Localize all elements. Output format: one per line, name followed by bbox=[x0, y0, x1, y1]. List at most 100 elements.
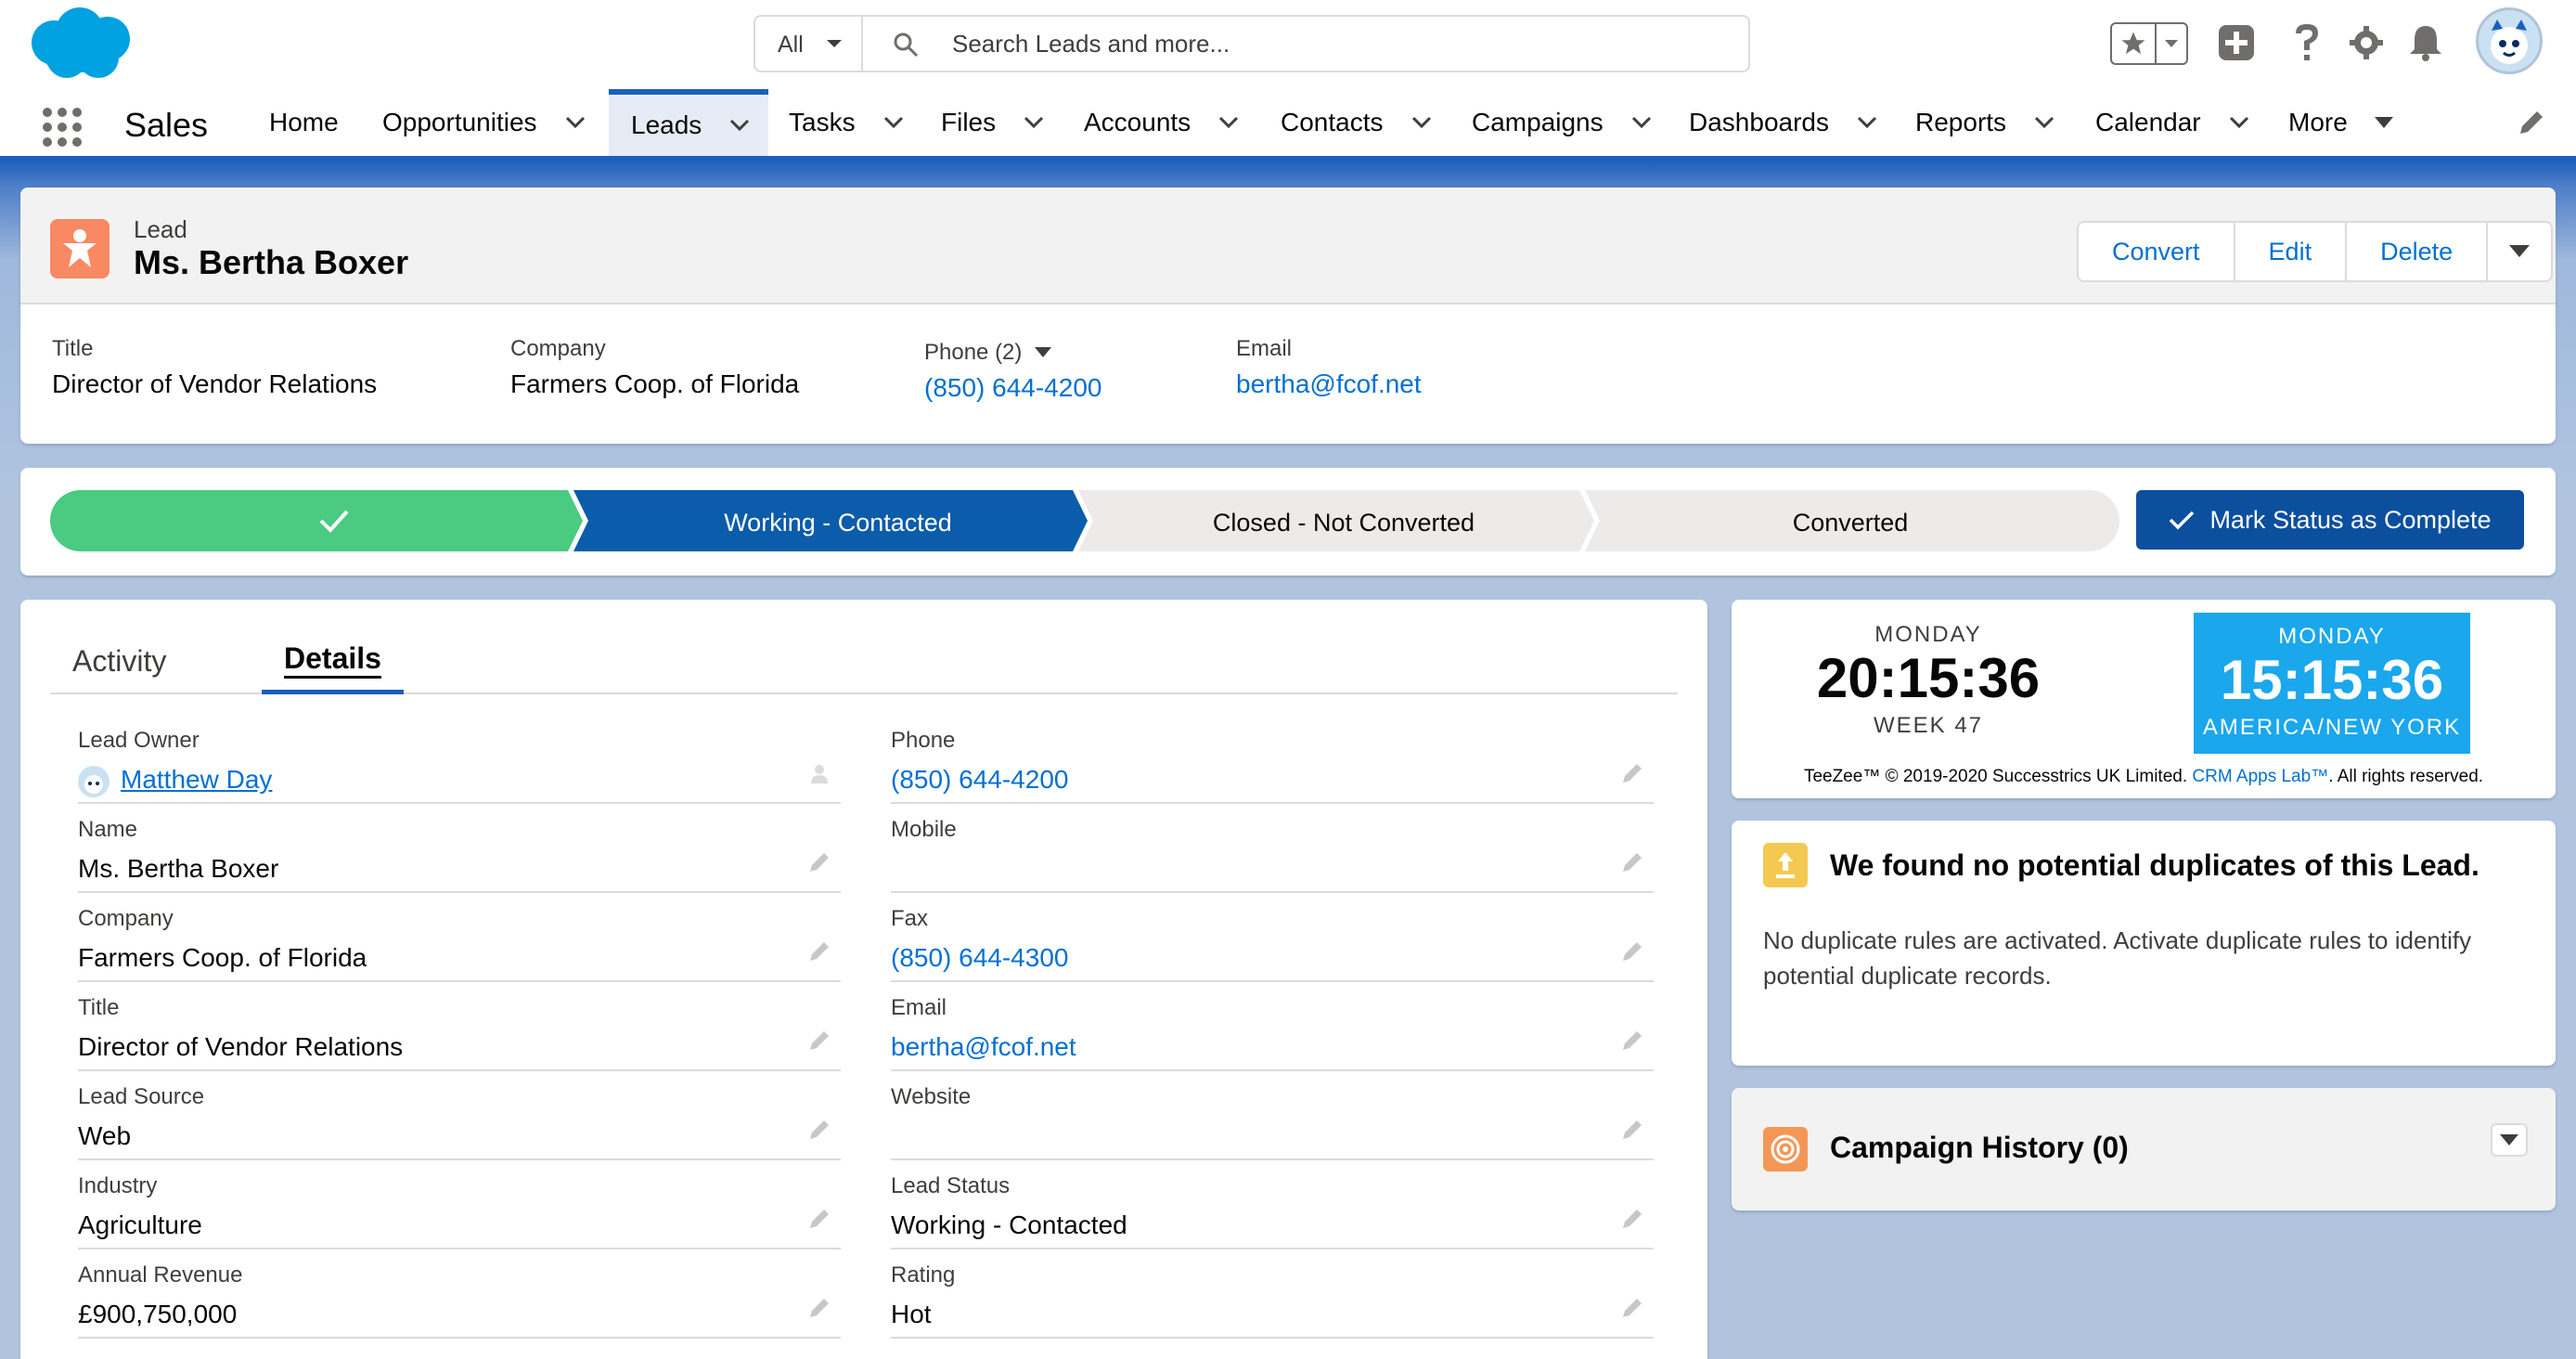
chevron-down-icon[interactable] bbox=[1218, 116, 1239, 129]
field-value: Hot bbox=[891, 1300, 932, 1328]
pencil-icon[interactable] bbox=[807, 1207, 831, 1231]
favorites-group bbox=[2110, 22, 2188, 65]
fax-link[interactable]: (850) 644-4300 bbox=[891, 943, 1068, 973]
field-industry: Industry Agriculture bbox=[78, 1160, 841, 1249]
highlight-phone: Phone (2) (850) 644-4200 bbox=[924, 340, 1101, 403]
chevron-down-icon[interactable] bbox=[2229, 116, 2249, 129]
pencil-icon[interactable] bbox=[1620, 1207, 1644, 1231]
phone-dropdown[interactable]: Phone (2) bbox=[924, 340, 1101, 366]
salesforce-cloud-logo[interactable] bbox=[26, 6, 135, 82]
field-label: Rating bbox=[891, 1262, 956, 1288]
nav-item-leads[interactable]: Leads bbox=[609, 89, 768, 156]
campaign-actions-button[interactable] bbox=[2491, 1123, 2528, 1157]
campaign-target-icon bbox=[1763, 1127, 1808, 1171]
nav-item-more[interactable]: More bbox=[2281, 89, 2402, 156]
field-label: Website bbox=[891, 1084, 972, 1109]
mark-status-label: Mark Status as Complete bbox=[2209, 505, 2492, 534]
app-launcher-icon[interactable] bbox=[41, 106, 84, 149]
tab-details[interactable]: Details bbox=[262, 628, 404, 694]
pencil-icon[interactable] bbox=[1620, 1296, 1644, 1320]
pencil-icon[interactable] bbox=[1620, 939, 1644, 964]
pencil-icon[interactable] bbox=[1620, 1118, 1644, 1142]
email-link[interactable]: bertha@fcof.net bbox=[1236, 369, 1422, 399]
field-label: Title bbox=[78, 995, 120, 1020]
nav-item-accounts[interactable]: Accounts bbox=[1076, 89, 1246, 156]
highlight-value: Director of Vendor Relations bbox=[52, 369, 378, 398]
field-label: Name bbox=[78, 817, 138, 842]
bell-icon bbox=[2410, 26, 2441, 61]
caret-down-icon bbox=[2500, 1134, 2518, 1145]
nav-item-dashboards[interactable]: Dashboards bbox=[1681, 89, 1885, 156]
search-input[interactable] bbox=[952, 24, 1694, 63]
nav-item-tasks[interactable]: Tasks bbox=[781, 89, 911, 156]
nav-item-files[interactable]: Files bbox=[934, 89, 1051, 156]
field-value: Working - Contacted bbox=[891, 1210, 1127, 1239]
pencil-icon[interactable] bbox=[807, 939, 831, 964]
convert-button[interactable]: Convert bbox=[2079, 223, 2235, 280]
pencil-icon[interactable] bbox=[1620, 1029, 1644, 1053]
global-search: All bbox=[753, 15, 1750, 72]
pencil-icon[interactable] bbox=[807, 1296, 831, 1320]
chevron-down-icon[interactable] bbox=[883, 116, 904, 129]
chevron-down-icon[interactable] bbox=[1024, 116, 1044, 129]
setup-button[interactable] bbox=[2344, 20, 2389, 65]
nav-item-campaigns[interactable]: Campaigns bbox=[1464, 89, 1659, 156]
path-stage-complete[interactable] bbox=[50, 490, 583, 551]
chevron-down-icon[interactable] bbox=[565, 116, 586, 129]
phone-link[interactable]: (850) 644-4200 bbox=[891, 765, 1068, 795]
nav-item-home[interactable]: Home bbox=[262, 89, 346, 156]
email-link[interactable]: bertha@fcof.net bbox=[891, 1032, 1076, 1062]
user-avatar[interactable] bbox=[2476, 7, 2543, 74]
edit-nav-icon[interactable] bbox=[2517, 108, 2546, 137]
field-name: Name Ms. Bertha Boxer bbox=[78, 804, 841, 893]
pencil-icon[interactable] bbox=[1620, 850, 1644, 874]
field-value: Farmers Coop. of Florida bbox=[78, 943, 367, 972]
crm-apps-lab-link[interactable]: CRM Apps Lab™ bbox=[2192, 767, 2328, 786]
search-scope-dropdown[interactable]: All bbox=[755, 17, 863, 71]
clock-footer: TeeZee™ © 2019-2020 Successtrics UK Limi… bbox=[1732, 767, 2556, 787]
gear-icon bbox=[2350, 26, 2383, 59]
favorites-star-button[interactable] bbox=[2112, 24, 2157, 63]
more-actions-button[interactable] bbox=[2488, 223, 2551, 280]
delete-button[interactable]: Delete bbox=[2347, 223, 2489, 280]
path-label-closed: Closed - Not Converted bbox=[1212, 509, 1475, 537]
remote-clock: MONDAY 15:15:36 AMERICA/NEW YORK bbox=[2194, 613, 2470, 754]
mark-status-complete-button[interactable]: Mark Status as Complete bbox=[2136, 490, 2524, 550]
lead-owner-link[interactable]: Matthew Day bbox=[78, 765, 272, 797]
favorites-list-button[interactable] bbox=[2157, 35, 2186, 52]
details-card: Activity Details Lead Owner Matthew Day … bbox=[20, 600, 1707, 1359]
change-owner-icon[interactable] bbox=[807, 761, 831, 785]
nav-item-contacts[interactable]: Contacts bbox=[1273, 89, 1439, 156]
phone-link[interactable]: (850) 644-4200 bbox=[924, 373, 1101, 403]
field-lead-source: Lead Source Web bbox=[78, 1071, 841, 1160]
local-time: 20:15:36 bbox=[1816, 647, 2041, 709]
field-value: Ms. Bertha Boxer bbox=[78, 854, 279, 883]
field-label: Industry bbox=[78, 1173, 158, 1198]
owner-avatar-icon bbox=[78, 765, 109, 797]
chevron-down-icon[interactable] bbox=[1631, 116, 1652, 129]
help-button[interactable] bbox=[2285, 20, 2329, 65]
edit-button[interactable]: Edit bbox=[2235, 223, 2348, 280]
field-website: Website bbox=[891, 1071, 1654, 1160]
global-create-button[interactable] bbox=[2214, 20, 2259, 65]
pencil-icon[interactable] bbox=[807, 850, 831, 874]
campaign-history-title[interactable]: Campaign History (0) bbox=[1830, 1131, 2129, 1165]
field-fax: Fax (850) 644-4300 bbox=[891, 893, 1654, 982]
highlight-label: Phone (2) bbox=[924, 340, 1023, 365]
duplicates-body: No duplicate rules are activated. Activa… bbox=[1763, 926, 2472, 990]
nav-item-reports[interactable]: Reports bbox=[1908, 89, 2062, 156]
caret-down-icon bbox=[2374, 117, 2393, 128]
nav-item-opportunities[interactable]: Opportunities bbox=[375, 89, 593, 156]
local-clock: MONDAY 20:15:36 WEEK 47 bbox=[1808, 622, 2049, 739]
chevron-down-icon[interactable] bbox=[729, 119, 750, 132]
chevron-down-icon[interactable] bbox=[1857, 116, 1877, 129]
pencil-icon[interactable] bbox=[807, 1029, 831, 1053]
nav-item-calendar[interactable]: Calendar bbox=[2088, 89, 2257, 156]
chevron-down-icon[interactable] bbox=[2034, 116, 2054, 129]
notifications-button[interactable] bbox=[2403, 20, 2448, 65]
chevron-down-icon[interactable] bbox=[1411, 116, 1432, 129]
tab-activity[interactable]: Activity bbox=[72, 628, 166, 694]
pencil-icon[interactable] bbox=[807, 1118, 831, 1142]
field-label: Company bbox=[78, 906, 174, 931]
pencil-icon[interactable] bbox=[1620, 761, 1644, 785]
